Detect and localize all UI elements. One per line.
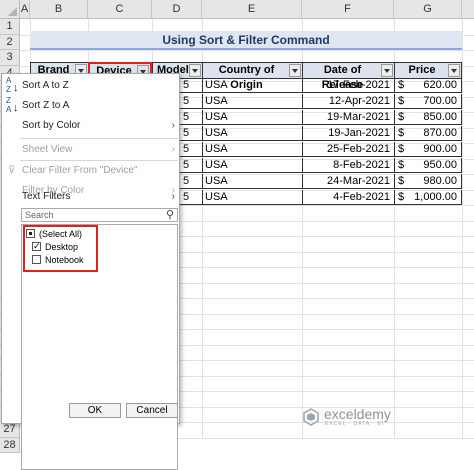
menu-text-filters[interactable]: Text Filters › (2, 187, 179, 207)
list-item-label: Notebook (45, 255, 84, 265)
menu-sort-a-to-z-label: Sort A to Z (22, 80, 69, 91)
partial-mark (29, 232, 32, 235)
menu-text-filters-label: Text Filters (22, 191, 71, 202)
sort-az-icon: AZ (6, 76, 12, 94)
menu-sort-by-color-label: Sort by Color (22, 120, 81, 131)
search-placeholder: Search (25, 210, 54, 220)
list-item-label: (Select All) (39, 229, 83, 239)
menu-sort-a-to-z[interactable]: AZ ↓ Sort A to Z (2, 76, 179, 96)
menu-sort-z-to-a-label: Sort Z to A (22, 100, 70, 111)
chevron-right-icon: › (171, 191, 175, 202)
filter-menu: AZ ↓ Sort A to Z ZA ↓ Sort Z to A Sort b… (1, 73, 180, 470)
ok-button[interactable]: OK (69, 403, 121, 418)
search-icon: ⚲ (165, 209, 174, 221)
row-header[interactable]: 28 (0, 437, 20, 453)
menu-sort-z-to-a[interactable]: ZA ↓ Sort Z to A (2, 96, 179, 116)
menu-clear-filter-label: Clear Filter From "Device" (22, 165, 138, 176)
sort-down-arrow-icon: ↓ (13, 102, 19, 114)
checkbox-checked[interactable]: ✓ (32, 241, 41, 251)
sort-down-arrow-icon: ↓ (13, 82, 19, 94)
menu-clear-filter: ⊽ Clear Filter From "Device" (2, 161, 179, 181)
logo-mark-icon (303, 408, 319, 426)
filter-value-list: (Select All) ✓ Desktop Notebook (21, 224, 178, 470)
clear-filter-icon: ⊽ (8, 165, 16, 176)
logo-text: exceldemy (324, 406, 391, 422)
chevron-right-icon: › (171, 144, 175, 155)
checkbox-partial[interactable] (26, 229, 35, 238)
exceldemy-logo: exceldemy EXCEL · DATA · BI (302, 406, 442, 428)
cancel-button[interactable]: Cancel (126, 403, 178, 418)
chevron-right-icon: › (171, 120, 175, 131)
sort-za-icon: ZA (6, 96, 12, 114)
menu-separator (20, 138, 178, 139)
list-item-label: Desktop (45, 242, 79, 252)
logo-tagline: EXCEL · DATA · BI (325, 421, 385, 427)
search-input[interactable]: Search ⚲ (21, 208, 178, 222)
menu-sheet-view: Sheet View › (2, 140, 179, 160)
checkmark-icon: ✓ (33, 241, 41, 251)
menu-sort-by-color[interactable]: Sort by Color › (2, 116, 179, 136)
checkbox-unchecked[interactable] (32, 255, 41, 264)
menu-sheet-view-label: Sheet View (22, 144, 73, 155)
